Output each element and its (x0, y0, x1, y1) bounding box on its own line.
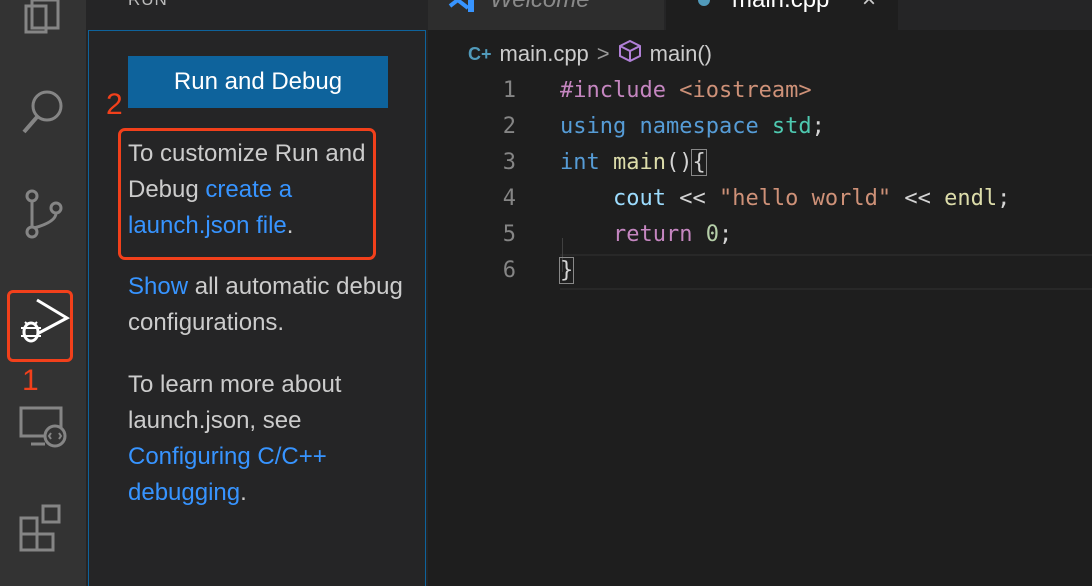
tab-bar: Welcome main.cpp × (428, 0, 1092, 30)
tab-main-label: main.cpp (732, 0, 829, 14)
code-line: cout << "hello world" << endl; (612, 186, 1011, 211)
code-line: using namespace std; (560, 114, 825, 139)
code-line: int main(){ (560, 149, 707, 176)
cube-icon (618, 39, 642, 69)
line-number: 4 (502, 186, 516, 211)
code-editor[interactable]: 1 2 3 4 5 6 #include <iostream> using na… (428, 72, 1092, 586)
line-number: 3 (502, 150, 516, 175)
breadcrumb-symbol[interactable]: main() (650, 41, 712, 67)
vscode-logo-icon (446, 0, 476, 19)
breadcrumb-file[interactable]: main.cpp (500, 41, 589, 67)
run-debug-highlight (7, 290, 73, 362)
line-number: 6 (502, 258, 516, 283)
source-control-icon[interactable] (0, 186, 86, 242)
code-line: #include <iostream> (560, 78, 812, 103)
extensions-icon[interactable] (0, 500, 86, 556)
cpp-file-icon (698, 0, 710, 6)
run-and-debug-button[interactable]: Run and Debug (128, 56, 388, 108)
sidebar-header: RUN (86, 0, 428, 30)
learn-more-text: To learn more about launch.json, see (128, 371, 342, 434)
learn-more-end: . (240, 479, 247, 506)
sidebar-title: RUN (128, 0, 168, 10)
launch-json-highlight (118, 128, 376, 260)
code-line: return 0; (612, 222, 733, 247)
configuring-debugging-link[interactable]: Configuring C/C++ debugging (128, 443, 327, 506)
tab-welcome-label: Welcome (490, 0, 590, 14)
line-number: 5 (502, 222, 516, 247)
line-number: 1 (502, 78, 516, 103)
cpp-file-icon: C+ (468, 43, 492, 64)
show-link[interactable]: Show (128, 273, 188, 300)
current-line-highlight (560, 254, 1092, 290)
run-sidebar: RUN Run and Debug To customize Run and D… (86, 0, 428, 586)
chevron-right-icon: > (596, 41, 610, 66)
search-icon[interactable] (0, 84, 86, 140)
annotation-1: 1 (22, 364, 39, 397)
learn-more-paragraph: To learn more about launch.json, see Con… (128, 367, 418, 511)
explorer-icon[interactable] (0, 0, 86, 40)
tab-main-cpp[interactable]: main.cpp × (666, 0, 898, 30)
breadcrumb: C+ main.cpp > main() (468, 36, 712, 72)
line-number: 2 (502, 114, 516, 139)
annotation-2: 2 (106, 88, 123, 121)
tab-welcome[interactable]: Welcome (428, 0, 664, 30)
activity-bar: 1 (0, 0, 86, 586)
close-icon[interactable]: × (862, 0, 876, 14)
code-line: } (558, 257, 575, 284)
show-configs-paragraph: Show all automatic debug configurations. (128, 269, 418, 341)
remote-explorer-icon[interactable] (0, 400, 86, 456)
